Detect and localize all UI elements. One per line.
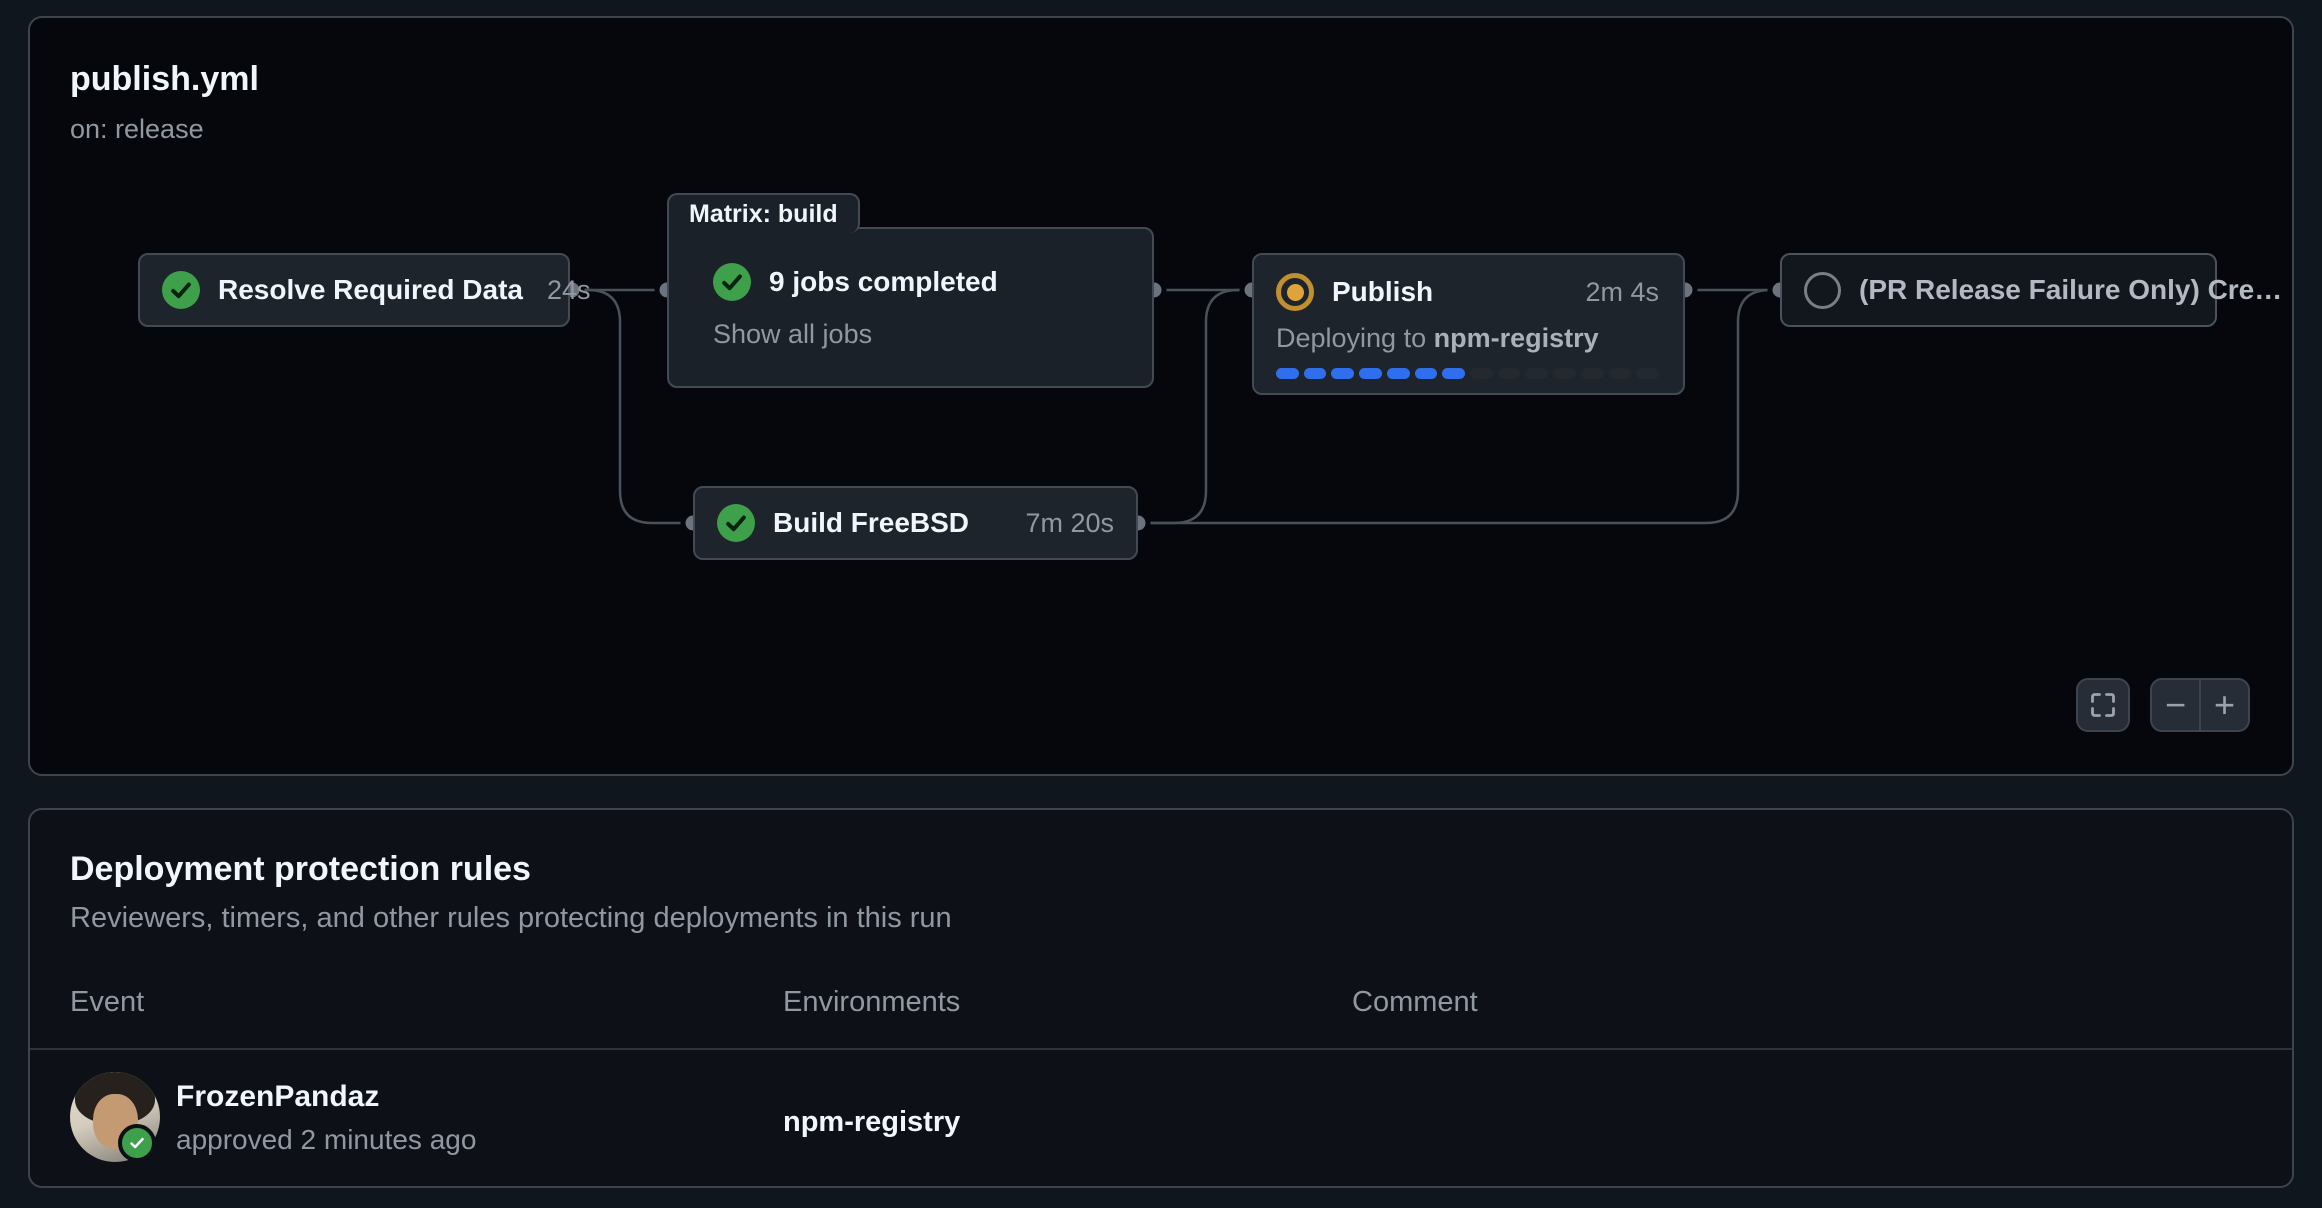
progress-segment <box>1525 368 1548 379</box>
progress-segment <box>1636 368 1659 379</box>
fullscreen-icon <box>2089 691 2117 719</box>
progress-segment <box>1415 368 1438 379</box>
job-node-build-freebsd[interactable]: Build FreeBSD 7m 20s <box>693 486 1138 560</box>
column-header-environments: Environments <box>783 986 960 1019</box>
show-all-jobs-link[interactable]: Show all jobs <box>713 319 872 350</box>
job-node-matrix-build[interactable]: 9 jobs completed Show all jobs <box>667 227 1154 388</box>
zoom-in-button[interactable]: + <box>2201 680 2248 730</box>
progress-segment <box>1553 368 1576 379</box>
deploy-target: npm-registry <box>1434 323 1599 353</box>
job-label: Build FreeBSD <box>773 507 969 539</box>
matrix-summary-label: 9 jobs completed <box>769 266 998 298</box>
job-duration: 24s <box>523 275 591 306</box>
in-progress-icon <box>1276 273 1314 311</box>
zoom-controls: − + <box>2150 678 2250 732</box>
approver-username[interactable]: FrozenPandaz <box>176 1080 379 1114</box>
success-check-icon <box>713 263 751 301</box>
fullscreen-button[interactable] <box>2076 678 2130 732</box>
column-header-comment: Comment <box>1352 986 1478 1019</box>
job-node-resolve-required-data[interactable]: Resolve Required Data 24s <box>138 253 570 327</box>
column-header-event: Event <box>70 986 144 1019</box>
table-header-divider <box>30 1048 2292 1050</box>
pending-circle-icon <box>1804 272 1841 309</box>
deploy-progress <box>1276 368 1659 379</box>
job-label: (PR Release Failure Only) Cre… <box>1859 274 2282 306</box>
zoom-out-button[interactable]: − <box>2152 680 2201 730</box>
progress-segment <box>1470 368 1493 379</box>
success-check-icon <box>162 271 200 309</box>
matrix-group-label: Matrix: build <box>689 200 838 229</box>
approval-status-text: approved 2 minutes ago <box>176 1124 476 1156</box>
deploy-status-text: Deploying to npm-registry <box>1276 323 1659 354</box>
progress-segment <box>1387 368 1410 379</box>
job-node-publish[interactable]: Publish 2m 4s Deploying to npm-registry <box>1252 253 1685 395</box>
progress-segment <box>1276 368 1299 379</box>
progress-segment <box>1331 368 1354 379</box>
rules-subtitle: Reviewers, timers, and other rules prote… <box>70 902 952 935</box>
edge-freebsd-publish <box>1138 290 1252 523</box>
deployment-protection-rules-card: Deployment protection rules Reviewers, t… <box>28 808 2294 1188</box>
progress-segment <box>1442 368 1465 379</box>
job-duration: 2m 4s <box>1561 277 1659 308</box>
job-label: Resolve Required Data <box>218 274 523 306</box>
progress-segment <box>1359 368 1382 379</box>
progress-segment <box>1609 368 1632 379</box>
workflow-graph-edges <box>30 18 2292 774</box>
job-node-pr-release-failure[interactable]: (PR Release Failure Only) Cre… <box>1780 253 2217 327</box>
job-duration: 7m 20s <box>1001 508 1114 539</box>
progress-segment <box>1498 368 1521 379</box>
progress-segment <box>1581 368 1604 379</box>
progress-segment <box>1304 368 1327 379</box>
environment-name: npm-registry <box>783 1106 960 1139</box>
approved-badge-icon <box>118 1124 156 1162</box>
job-label: Publish <box>1332 276 1433 308</box>
deploy-prefix: Deploying to <box>1276 323 1434 353</box>
success-check-icon <box>717 504 755 542</box>
rules-title: Deployment protection rules <box>70 850 531 889</box>
matrix-group-tab: Matrix: build <box>667 193 860 233</box>
workflow-graph-card: publish.yml on: release Resolve Required… <box>28 16 2294 776</box>
